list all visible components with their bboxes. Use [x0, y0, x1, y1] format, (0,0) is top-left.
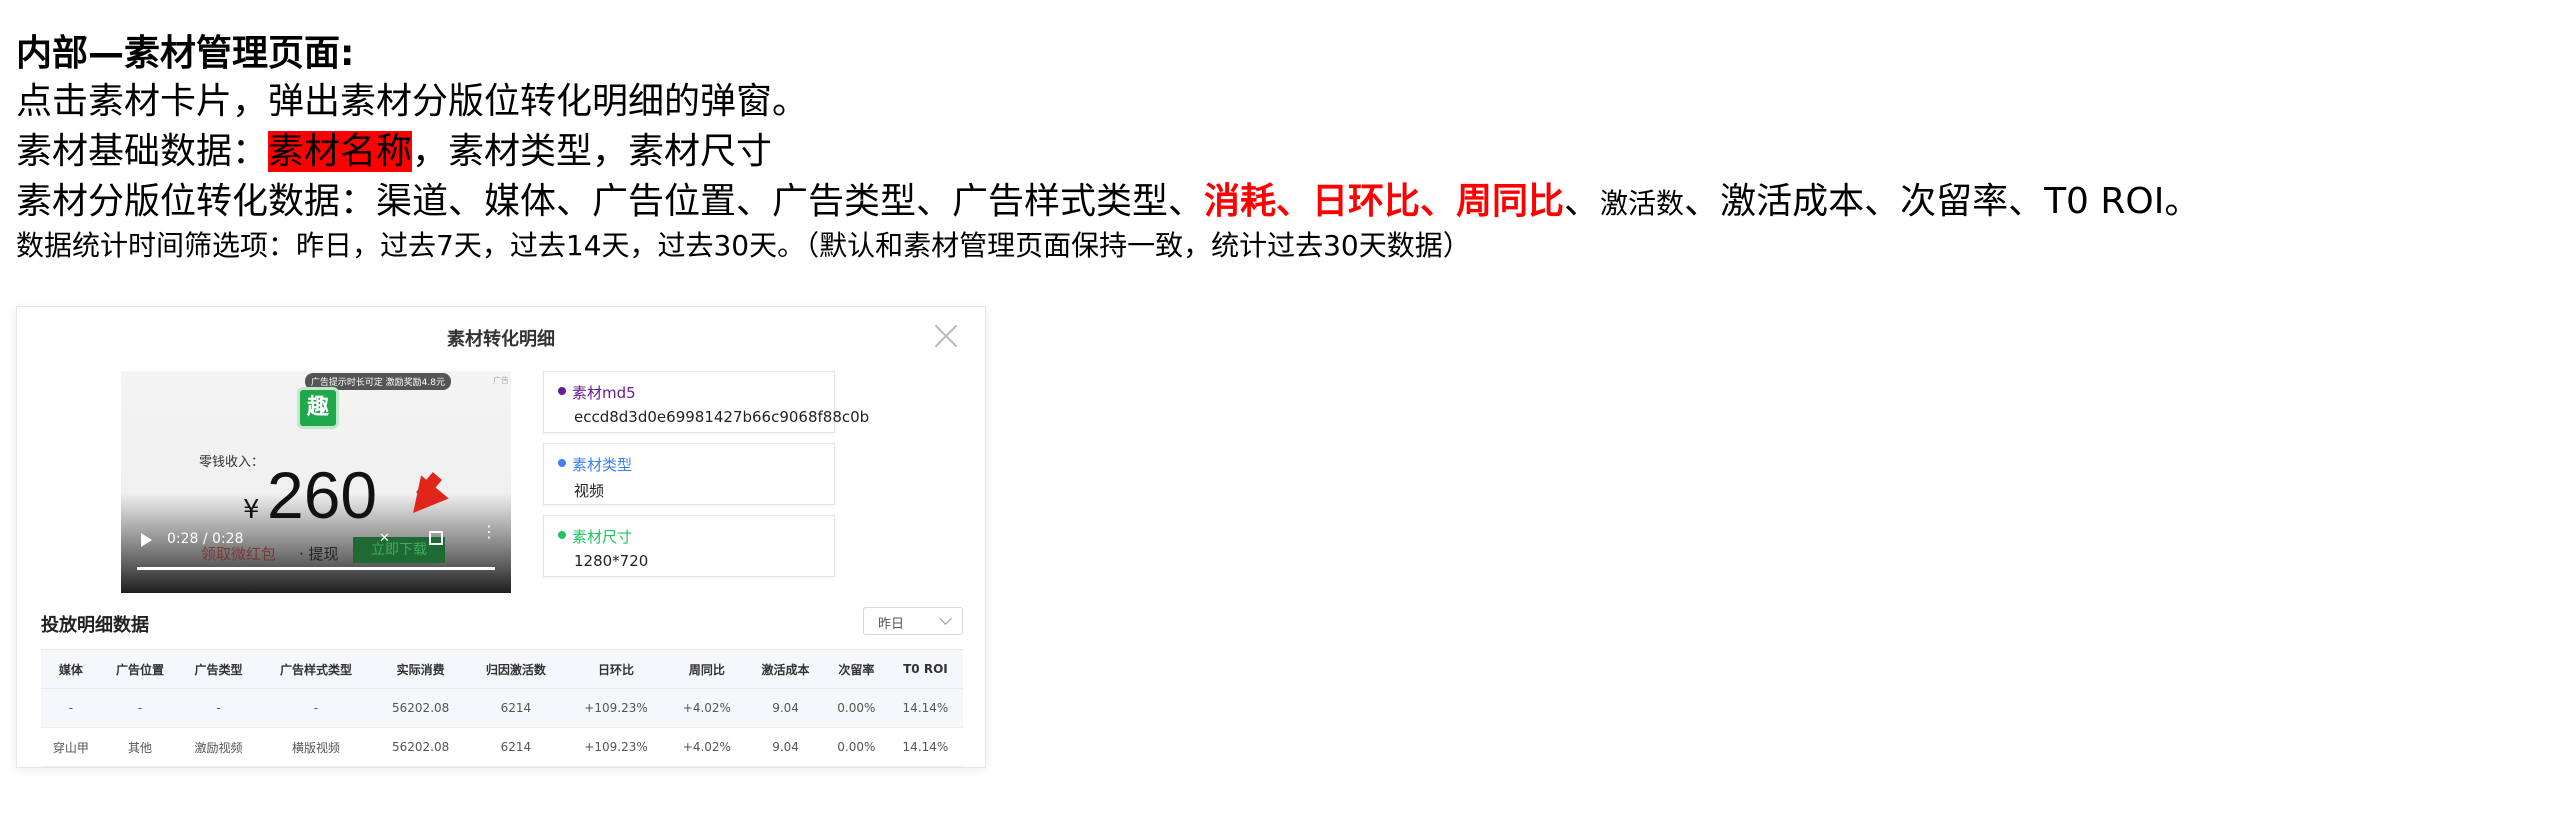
table-cell: +109.23%: [564, 727, 668, 767]
table-cell: -: [257, 688, 375, 728]
table-row: - - - - 56202.08 6214 +109.23% +4.02% 9.…: [41, 688, 963, 728]
conversion-red-metrics: 消耗、日环比、周同比: [1204, 181, 1565, 222]
col-activations: 归因激活数: [467, 649, 565, 689]
table-cell: -: [179, 688, 258, 728]
doc-line-conversion-data: 素材分版位转化数据：渠道、媒体、广告位置、广告类型、广告样式类型、消耗、日环比、…: [16, 184, 2200, 220]
table-header-row: 媒体 广告位置 广告类型 广告样式类型 实际消费 归因激活数 日环比 周同比 激…: [41, 649, 963, 689]
col-retention: 次留率: [824, 649, 888, 689]
table-cell: -: [41, 688, 101, 728]
col-ad-position: 广告位置: [100, 649, 180, 689]
delivery-data-title: 投放明细数据: [41, 615, 149, 636]
table-cell: 14.14%: [887, 727, 963, 767]
delivery-data-table: 媒体 广告位置 广告类型 广告样式类型 实际消费 归因激活数 日环比 周同比 激…: [41, 649, 963, 767]
info-card-type: 素材类型 视频: [543, 443, 835, 505]
info-card-size: 素材尺寸 1280*720: [543, 515, 835, 577]
conversion-suffix: 、激活成本、次留率、T0 ROI。: [1684, 181, 2201, 222]
conversion-separator: 、: [1564, 181, 1601, 222]
table-cell: 56202.08: [374, 727, 468, 767]
table-cell: 6214: [467, 727, 565, 767]
size-value: 1280*720: [574, 552, 649, 570]
table-cell: +109.23%: [564, 688, 668, 728]
table-cell: 0.00%: [824, 688, 888, 728]
table-cell: 14.14%: [887, 688, 963, 728]
basic-data-suffix: ，素材类型，素材尺寸: [412, 131, 773, 172]
type-label: 素材类型: [572, 456, 633, 474]
video-progress-bar[interactable]: [137, 567, 495, 570]
table-cell: 激励视频: [179, 727, 258, 767]
table-cell: 9.04: [746, 688, 825, 728]
col-week-ratio: 周同比: [667, 649, 747, 689]
video-income-label: 零钱收入：: [199, 455, 265, 470]
table-row: 穿山甲 其他 激励视频 横版视频 56202.08 6214 +109.23% …: [41, 727, 963, 767]
size-label: 素材尺寸: [572, 528, 633, 546]
doc-line-time-filter: 数据统计时间筛选项：昨日，过去7天，过去14天，过去30天。（默认和素材管理页面…: [16, 229, 1471, 262]
type-value: 视频: [574, 482, 605, 500]
highlighted-material-name: 素材名称: [268, 131, 413, 172]
col-day-ratio: 日环比: [564, 649, 668, 689]
table-cell: 0.00%: [824, 727, 888, 767]
table-cell: +4.02%: [667, 688, 747, 728]
conversion-prefix: 素材分版位转化数据：渠道、媒体、广告位置、广告类型、广告样式类型、: [16, 181, 1205, 222]
col-ad-style: 广告样式类型: [257, 649, 375, 689]
conversion-small-metric: 激活数: [1600, 187, 1685, 220]
green-dot-icon: [558, 531, 566, 539]
table-cell: 横版视频: [257, 727, 375, 767]
video-time: 0:28 / 0:28: [167, 531, 244, 547]
red-arrow-icon: [399, 475, 449, 525]
video-amount: 260: [267, 458, 378, 532]
md5-label: 素材md5: [572, 384, 636, 402]
play-icon[interactable]: [141, 533, 152, 547]
table-cell: 9.04: [746, 727, 825, 767]
doc-line-click-card: 点击素材卡片，弹出素材分版位转化明细的弹窗。: [16, 81, 809, 122]
fullscreen-icon[interactable]: [429, 531, 443, 545]
col-t0-roi: T0 ROI: [887, 649, 963, 689]
info-card-md5: 素材md5 eccd8d3d0e69981427b66c9068f88c0b: [543, 371, 869, 433]
modal-title: 素材转化明细: [447, 329, 555, 350]
table-cell: 6214: [467, 688, 565, 728]
col-activation-cost: 激活成本: [746, 649, 825, 689]
close-icon[interactable]: [933, 323, 959, 349]
table-cell: +4.02%: [667, 727, 747, 767]
video-player[interactable]: 广告提示时长可定 激励奖励4.8元 广告 趣 零钱收入： ¥ 260 领取微红包…: [121, 371, 511, 593]
col-media: 媒体: [41, 649, 101, 689]
doc-heading: 内部—素材管理页面:: [16, 33, 355, 74]
time-filter-select[interactable]: 昨日: [863, 607, 963, 635]
basic-data-prefix: 素材基础数据：: [16, 131, 269, 172]
purple-dot-icon: [558, 387, 566, 395]
table-cell: 穿山甲: [41, 727, 101, 767]
col-ad-type: 广告类型: [179, 649, 258, 689]
video-ad-mark: 广告: [493, 376, 509, 385]
material-conversion-modal: 素材转化明细 广告提示时长可定 激励奖励4.8元 广告 趣 零钱收入： ¥ 26…: [16, 306, 986, 768]
blue-dot-icon: [558, 459, 566, 467]
video-withdraw-text: · 提现: [299, 545, 339, 563]
table-cell: 56202.08: [374, 688, 468, 728]
app-logo-icon: 趣: [297, 387, 339, 429]
mute-icon[interactable]: ✕: [379, 531, 395, 547]
md5-value: eccd8d3d0e69981427b66c9068f88c0b: [574, 408, 870, 426]
doc-line-basic-data: 素材基础数据：素材名称，素材类型，素材尺寸: [16, 131, 773, 172]
chevron-down-icon: [939, 612, 952, 625]
more-options-icon[interactable]: ⋮: [481, 524, 497, 540]
col-actual-spend: 实际消费: [374, 649, 468, 689]
time-filter-value: 昨日: [878, 617, 905, 632]
video-currency: ¥: [243, 495, 260, 525]
table-cell: 其他: [100, 727, 180, 767]
table-cell: -: [100, 688, 180, 728]
